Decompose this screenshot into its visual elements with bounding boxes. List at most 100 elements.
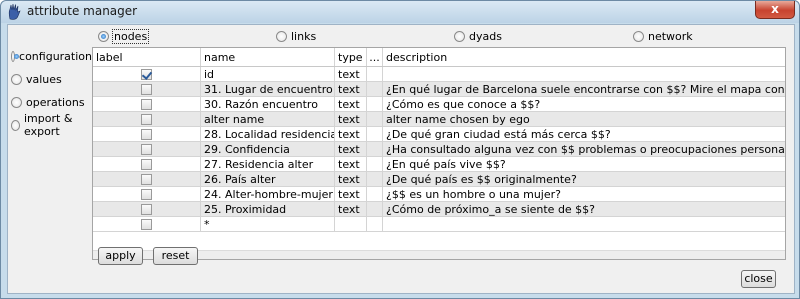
label-cell: [93, 187, 201, 201]
description-cell[interactable]: ¿En qué lugar de Barcelona suele encontr…: [383, 82, 785, 96]
column-header-type[interactable]: type: [335, 48, 367, 66]
name-cell[interactable]: 27. Residencia alter: [201, 157, 335, 171]
label-checkbox[interactable]: [141, 128, 152, 140]
label-cell: [93, 217, 201, 231]
more-cell[interactable]: [367, 82, 383, 96]
column-header-name[interactable]: name: [201, 48, 335, 66]
label-cell: [93, 127, 201, 141]
sidebar-item-values[interactable]: values: [11, 71, 92, 87]
sidebar-item-label: operations: [26, 95, 85, 109]
table-row[interactable]: 26. País alter text ¿De qué país es $$ ori…: [93, 172, 785, 187]
type-cell[interactable]: text: [335, 187, 367, 201]
type-cell[interactable]: [335, 217, 367, 231]
sidebar-item-label: values: [26, 72, 62, 86]
label-cell: [93, 97, 201, 111]
description-cell[interactable]: ¿$$ es un hombre o una mujer?: [383, 187, 785, 201]
name-cell[interactable]: 24. Alter-hombre-mujer: [201, 187, 335, 201]
column-header-label[interactable]: label: [93, 48, 201, 66]
label-checkbox[interactable]: [141, 218, 152, 230]
description-cell[interactable]: ¿De qué país es $$ originalmente?: [383, 172, 785, 186]
more-cell[interactable]: [367, 172, 383, 186]
label-checkbox[interactable]: [141, 173, 152, 185]
name-cell[interactable]: 26. País alter: [201, 172, 335, 186]
description-cell[interactable]: ¿Cómo es que conoce a $$?: [383, 97, 785, 111]
close-button[interactable]: close: [741, 270, 776, 288]
label-checkbox[interactable]: [141, 113, 152, 125]
label-checkbox[interactable]: [141, 203, 152, 215]
table-row[interactable]: 24. Alter-hombre-mujer text ¿$$ es un homb…: [93, 187, 785, 202]
tab-links-label: links: [291, 29, 317, 43]
column-header-description[interactable]: description: [383, 48, 785, 66]
more-cell[interactable]: [367, 187, 383, 201]
table-row[interactable]: 28. Localidad residencia text ¿De qué gran…: [93, 127, 785, 142]
name-cell[interactable]: alter name: [201, 112, 335, 126]
type-cell[interactable]: text: [335, 112, 367, 126]
sidebar-item-configuration[interactable]: configuration: [11, 48, 92, 64]
table-row[interactable]: 29. Confidencia text ¿Ha consultado alguna…: [93, 142, 785, 157]
description-cell[interactable]: ¿De qué gran ciudad está más cerca $$?: [383, 127, 785, 141]
description-cell[interactable]: [383, 217, 785, 231]
name-cell[interactable]: 25. Proximidad: [201, 202, 335, 216]
table-row[interactable]: 30. Razón encuentro text ¿Cómo es que cono…: [93, 97, 785, 112]
name-cell[interactable]: 30. Razón encuentro: [201, 97, 335, 111]
more-cell[interactable]: [367, 127, 383, 141]
name-cell[interactable]: 29. Confidencia: [201, 142, 335, 156]
table-row[interactable]: id text: [93, 67, 785, 82]
description-cell[interactable]: ¿Cómo de próximo_a se siente de $$?: [383, 202, 785, 216]
label-checkbox[interactable]: [141, 68, 152, 80]
radio-icon: [11, 96, 22, 108]
more-cell[interactable]: [367, 112, 383, 126]
label-checkbox[interactable]: [141, 158, 152, 170]
label-checkbox[interactable]: [141, 98, 152, 110]
radio-icon: [276, 30, 287, 42]
more-cell[interactable]: [367, 157, 383, 171]
description-cell[interactable]: ¿En qué país vive $$?: [383, 157, 785, 171]
tab-nodes[interactable]: nodes: [98, 28, 150, 44]
type-cell[interactable]: text: [335, 82, 367, 96]
sidebar-item-operations[interactable]: operations: [11, 94, 92, 110]
tab-links[interactable]: links: [276, 28, 316, 44]
radio-selected-icon: [11, 50, 20, 62]
sidebar-item-import-export[interactable]: import & export: [11, 112, 92, 138]
name-cell[interactable]: id: [201, 67, 335, 81]
more-cell[interactable]: [367, 142, 383, 156]
more-cell[interactable]: [367, 67, 383, 81]
type-cell[interactable]: text: [335, 97, 367, 111]
table-row[interactable]: *: [93, 217, 785, 232]
type-cell[interactable]: text: [335, 127, 367, 141]
table-row[interactable]: 31. Lugar de encuentro text ¿En qué lugar …: [93, 82, 785, 97]
type-cell[interactable]: text: [335, 157, 367, 171]
column-header-more[interactable]: ...: [367, 48, 383, 66]
name-cell[interactable]: *: [201, 217, 335, 231]
type-cell[interactable]: text: [335, 202, 367, 216]
label-checkbox[interactable]: [141, 188, 152, 200]
more-cell[interactable]: [367, 217, 383, 231]
table-row[interactable]: 27. Residencia alter text ¿En qué país viv…: [93, 157, 785, 172]
name-cell[interactable]: 28. Localidad residencia: [201, 127, 335, 141]
label-cell: [93, 157, 201, 171]
apply-button[interactable]: apply: [98, 247, 143, 265]
label-cell: [93, 112, 201, 126]
description-cell[interactable]: ¿Ha consultado alguna vez con $$ problem…: [383, 142, 785, 156]
label-cell: [93, 82, 201, 96]
tab-network[interactable]: network: [633, 28, 693, 44]
table-body: id text 31. Lugar de encuentro text ¿En qué …: [93, 67, 785, 232]
more-cell[interactable]: [367, 202, 383, 216]
description-cell[interactable]: [383, 67, 785, 81]
label-checkbox[interactable]: [141, 143, 152, 155]
sidebar-item-label: configuration: [19, 49, 92, 63]
radio-icon: [454, 30, 465, 42]
reset-button[interactable]: reset: [153, 247, 198, 265]
window-close-button[interactable]: x: [755, 1, 795, 19]
name-cell[interactable]: 31. Lugar de encuentro: [201, 82, 335, 96]
description-cell[interactable]: alter name chosen by ego: [383, 112, 785, 126]
type-cell[interactable]: text: [335, 67, 367, 81]
type-cell[interactable]: text: [335, 172, 367, 186]
table-row[interactable]: 25. Proximidad text ¿Cómo de próximo_a se …: [93, 202, 785, 217]
type-cell[interactable]: text: [335, 142, 367, 156]
table-row[interactable]: alter name text alter name chosen by ego: [93, 112, 785, 127]
more-cell[interactable]: [367, 97, 383, 111]
radio-icon: [633, 30, 644, 42]
label-checkbox[interactable]: [141, 83, 152, 95]
tab-dyads[interactable]: dyads: [454, 28, 502, 44]
